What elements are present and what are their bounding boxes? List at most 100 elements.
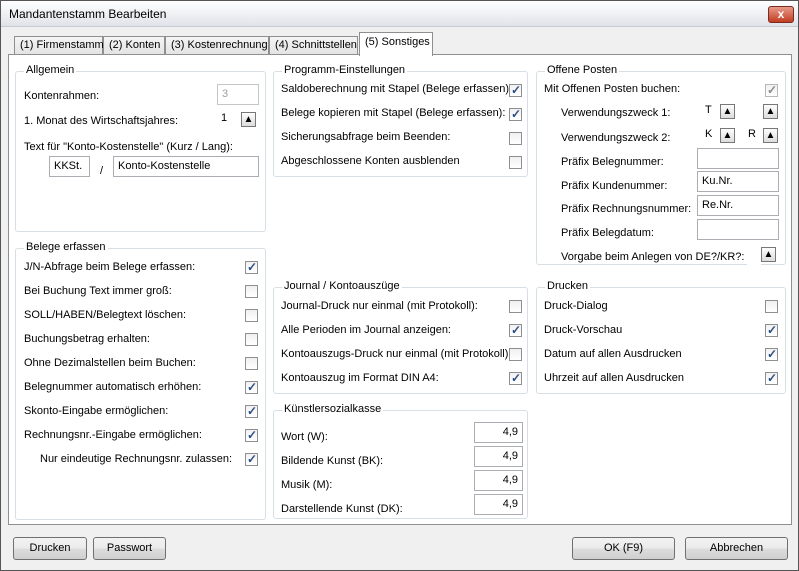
separator: /	[100, 165, 104, 177]
vz1-field-a[interactable]: T	[705, 101, 719, 122]
option-label: Belegnummer automatisch erhöhen:	[24, 381, 202, 393]
group-title: Journal / Kontoauszüge	[282, 280, 402, 292]
group-programm: Programm-Einstellungen Saldoberechnung m…	[273, 64, 528, 177]
datum-checkbox[interactable]	[765, 347, 778, 361]
vz2-field-b[interactable]: R	[748, 125, 762, 146]
op-buchen-checkbox[interactable]	[765, 83, 778, 97]
option-label: Nur eindeutige Rechnungsnr. zulassen:	[40, 453, 233, 465]
spin-up-icon[interactable]: ▲	[241, 112, 256, 127]
vorgabe-field[interactable]	[747, 244, 761, 265]
skonto-checkbox[interactable]	[245, 404, 258, 418]
group-title: Offene Posten	[545, 64, 620, 76]
sicherung-checkbox[interactable]	[509, 132, 522, 145]
darstellende-kunst-field[interactable]: 4,9	[474, 494, 523, 515]
journal-druck-checkbox[interactable]	[509, 300, 522, 313]
group-title: Belege erfassen	[24, 241, 108, 253]
monat-label: 1. Monat des Wirtschaftsjahres:	[24, 115, 179, 127]
druck-vorschau-checkbox[interactable]	[765, 323, 778, 337]
belegnr-field[interactable]	[697, 148, 779, 169]
vz1-label: Verwendungszweck 1:	[561, 107, 671, 119]
kkst-text-label: Text für "Konto-Kostenstelle" (Kurz / La…	[24, 141, 233, 153]
belegnummer-checkbox[interactable]	[245, 380, 258, 394]
option-label: J/N-Abfrage beim Belege erfassen:	[24, 261, 196, 273]
group-title: Programm-Einstellungen	[282, 64, 408, 76]
text-gross-checkbox[interactable]	[245, 285, 258, 298]
kunst-label: Musik (M):	[281, 479, 333, 491]
rechnungsnr-label: Präfix Rechnungsnummer:	[561, 203, 692, 215]
belegnr-label: Präfix Belegnummer:	[561, 156, 664, 168]
soll-haben-checkbox[interactable]	[245, 309, 258, 322]
kontoauszug-druck-checkbox[interactable]	[509, 348, 522, 361]
kurz-field[interactable]: KKSt.	[49, 156, 90, 177]
perioden-checkbox[interactable]	[509, 323, 522, 337]
option-label: Kontoauszug im Format DIN A4:	[281, 372, 439, 384]
saldo-checkbox[interactable]	[509, 83, 522, 97]
rechnungsnr-field[interactable]: Re.Nr.	[697, 195, 779, 216]
rechnungsnr-eingabe-checkbox[interactable]	[245, 428, 258, 442]
kontenrahmen-label: Kontenrahmen:	[24, 90, 100, 102]
spin-up-icon[interactable]: ▲	[763, 128, 778, 143]
passwort-button[interactable]: Passwort	[93, 537, 166, 560]
option-label: Rechnungsnr.-Eingabe ermöglichen:	[24, 429, 202, 441]
eindeutige-rechnungsnr-checkbox[interactable]	[245, 452, 258, 466]
option-label: Bei Buchung Text immer groß:	[24, 285, 172, 297]
option-label: Skonto-Eingabe ermöglichen:	[24, 405, 169, 417]
option-label: Uhrzeit auf allen Ausdrucken	[544, 372, 685, 384]
option-label: Kontoauszugs-Druck nur einmal (mit Proto…	[281, 348, 512, 360]
buchungsbetrag-checkbox[interactable]	[245, 333, 258, 346]
dezimalstellen-checkbox[interactable]	[245, 357, 258, 370]
ausblenden-checkbox[interactable]	[509, 156, 522, 169]
musik-field[interactable]: 4,9	[474, 470, 523, 491]
kontenrahmen-field[interactable]: 3	[217, 84, 259, 105]
kunst-label: Wort (W):	[281, 431, 328, 443]
jn-abfrage-checkbox[interactable]	[245, 260, 258, 274]
tab-kostenrechnung[interactable]: (3) Kostenrechnung	[165, 36, 269, 55]
option-label: SOLL/HABEN/Belegtext löschen:	[24, 309, 187, 321]
monat-field[interactable]: 1	[217, 109, 241, 130]
tab-firmenstamm[interactable]: (1) Firmenstamm	[14, 36, 104, 55]
spin-up-icon[interactable]: ▲	[720, 104, 735, 119]
option-label: Ohne Dezimalstellen beim Buchen:	[24, 357, 196, 369]
window-title: Mandantenstamm Bearbeiten	[9, 7, 167, 21]
group-allgemein: Allgemein Kontenrahmen: 3 1. Monat des W…	[15, 64, 266, 232]
lang-field[interactable]: Konto-Kostenstelle	[113, 156, 259, 177]
group-title: Allgemein	[24, 64, 77, 76]
option-label: Druck-Dialog	[544, 300, 608, 312]
uhrzeit-checkbox[interactable]	[765, 371, 778, 385]
belegdatum-field[interactable]	[697, 219, 779, 240]
vorgabe-label: Vorgabe beim Anlegen von DE?/KR?:	[561, 251, 745, 263]
abbrechen-button[interactable]: Abbrechen	[685, 537, 788, 560]
spin-up-icon[interactable]: ▲	[720, 128, 735, 143]
option-label: Belege kopieren mit Stapel (Belege erfas…	[281, 107, 506, 119]
din-a4-checkbox[interactable]	[509, 371, 522, 385]
group-drucken: Drucken Druck-Dialog Druck-Vorschau Datu…	[536, 280, 786, 394]
group-title: Künstlersozialkasse	[282, 403, 384, 415]
spin-up-icon[interactable]: ▲	[763, 104, 778, 119]
dialog-window: Mandantenstamm Bearbeiten x (1) Firmenst…	[0, 0, 799, 571]
tab-sonstiges[interactable]: (5) Sonstiges	[359, 32, 433, 56]
kundennr-label: Präfix Kundenummer:	[561, 180, 668, 192]
tab-panel: Allgemein Kontenrahmen: 3 1. Monat des W…	[8, 54, 792, 525]
drucken-button[interactable]: Drucken	[13, 537, 87, 560]
tab-konten[interactable]: (2) Konten	[103, 36, 165, 55]
option-label: Sicherungsabfrage beim Beenden:	[281, 131, 451, 143]
belegdatum-label: Präfix Belegdatum:	[561, 227, 654, 239]
group-title: Drucken	[545, 280, 590, 292]
ok-button[interactable]: OK (F9)	[572, 537, 675, 560]
bildende-kunst-field[interactable]: 4,9	[474, 446, 523, 467]
kundennr-field[interactable]: Ku.Nr.	[697, 171, 779, 192]
wort-field[interactable]: 4,9	[474, 422, 523, 443]
vz2-field-a[interactable]: K	[705, 125, 719, 146]
title-bar: Mandantenstamm Bearbeiten x	[1, 1, 798, 27]
kopieren-checkbox[interactable]	[509, 107, 522, 121]
option-label: Journal-Druck nur einmal (mit Protokoll)…	[281, 300, 478, 312]
tab-schnittstellen[interactable]: (4) Schnittstellen	[269, 36, 358, 55]
group-kuenstlersozialkasse: Künstlersozialkasse Wort (W): 4,9 Bilden…	[273, 403, 528, 519]
kunst-label: Darstellende Kunst (DK):	[281, 503, 403, 515]
close-button[interactable]: x	[768, 6, 794, 23]
vz1-field-b[interactable]	[748, 101, 762, 122]
spin-up-icon[interactable]: ▲	[761, 247, 776, 262]
druck-dialog-checkbox[interactable]	[765, 300, 778, 313]
option-label: Buchungsbetrag erhalten:	[24, 333, 150, 345]
option-label: Datum auf allen Ausdrucken	[544, 348, 682, 360]
